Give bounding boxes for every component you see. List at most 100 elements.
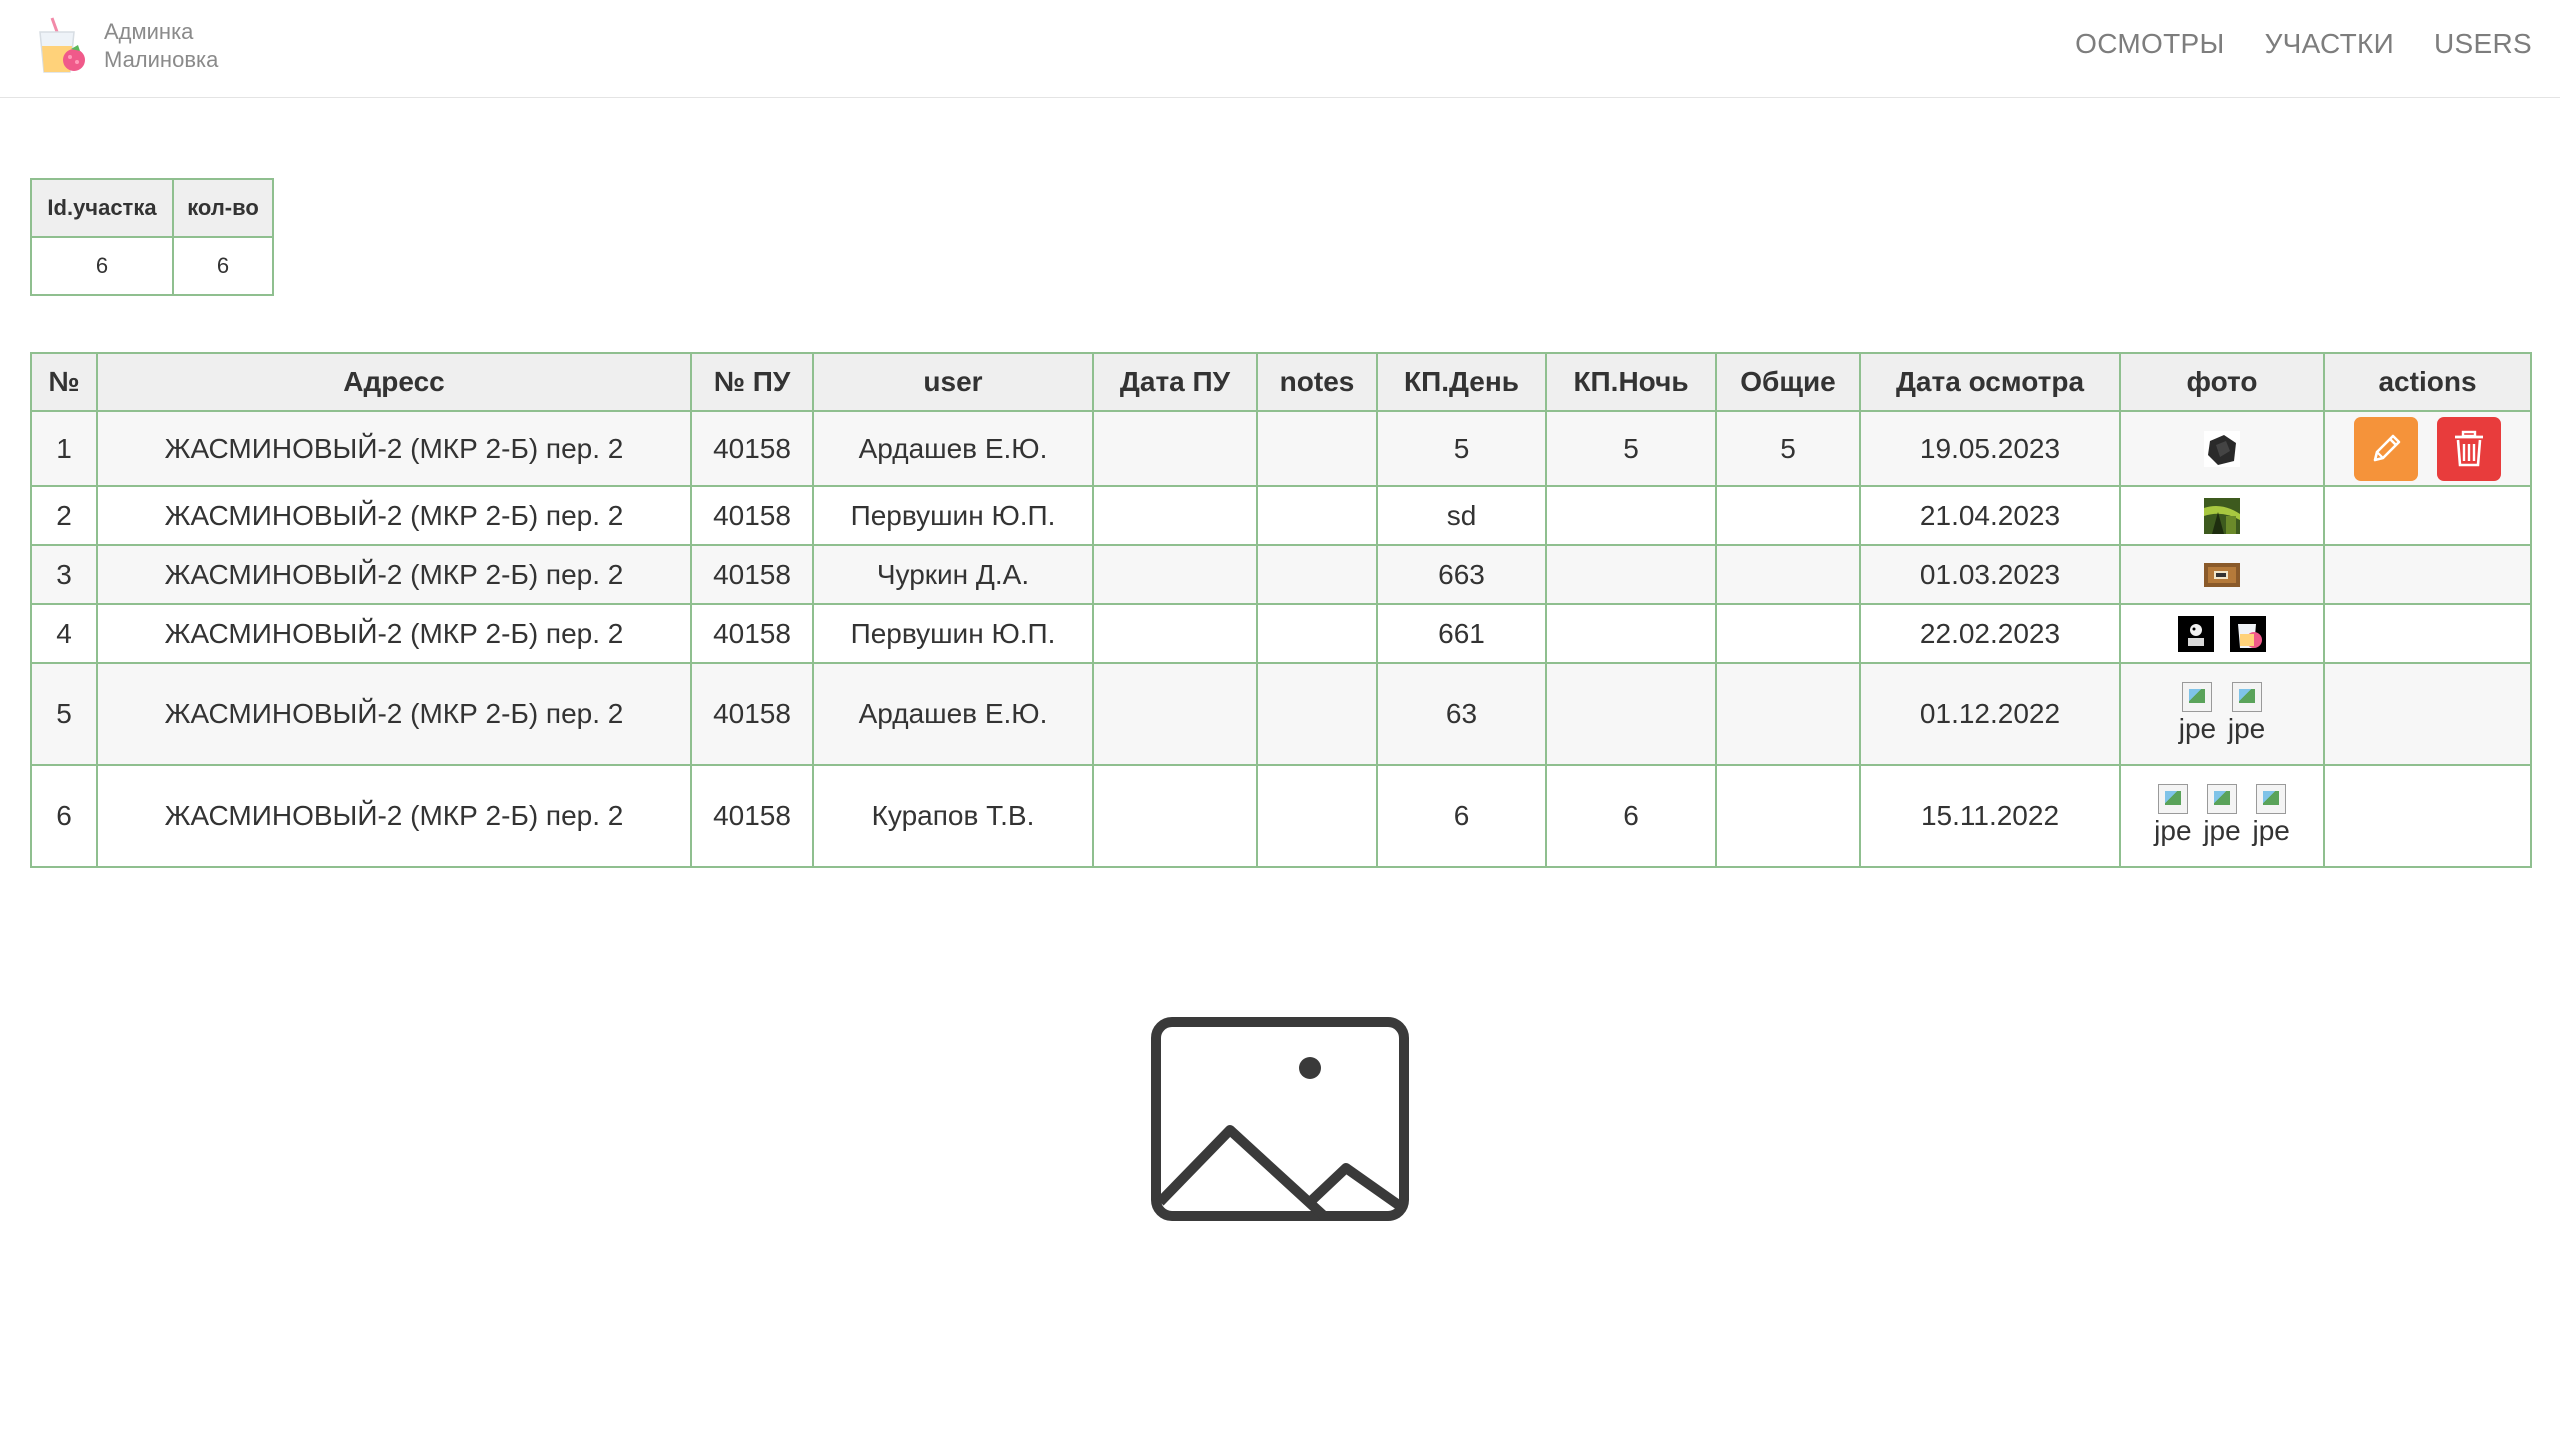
cell-pu: 40158 — [690, 544, 814, 605]
cell-kp-day: 5 — [1376, 410, 1547, 487]
broken-image-label: jpe — [2154, 815, 2192, 846]
broken-image-icon — [2182, 682, 2213, 712]
cell-notes — [1256, 764, 1378, 868]
cell-common: 5 — [1715, 410, 1861, 487]
cell-number: 6 — [30, 764, 98, 868]
broken-image[interactable]: jpe — [2228, 682, 2265, 746]
cell-pu: 40158 — [690, 662, 814, 766]
col-header-actions: actions — [2323, 352, 2532, 412]
cell-notes — [1256, 485, 1378, 546]
cell-user: Курапов Т.В. — [812, 764, 1094, 868]
col-header-user[interactable]: user — [812, 352, 1094, 412]
cell-number: 5 — [30, 662, 98, 766]
col-header-kp-night[interactable]: КП.Ночь — [1545, 352, 1717, 412]
photo-thumbnail[interactable] — [2178, 615, 2215, 652]
cell-kp-day: 6 — [1376, 764, 1547, 868]
cell-number: 1 — [30, 410, 98, 487]
broken-image-icon — [2157, 784, 2188, 814]
broken-image-label: jpe — [2203, 815, 2241, 846]
table-row: 6 ЖАСМИНОВЫЙ-2 (МКР 2-Б) пер. 2 40158 Ку… — [30, 764, 2532, 868]
cell-address: ЖАСМИНОВЫЙ-2 (МКР 2-Б) пер. 2 — [96, 410, 692, 487]
broken-image-icon — [2231, 682, 2262, 712]
cell-photo — [2119, 544, 2325, 605]
cell-actions — [2323, 764, 2532, 868]
cell-pu: 40158 — [690, 603, 814, 664]
broken-image[interactable]: jpe — [2154, 784, 2192, 848]
broken-image[interactable]: jpe — [2203, 784, 2241, 848]
brand[interactable]: Админка Малиновка — [34, 16, 218, 76]
cell-date-pu — [1092, 603, 1258, 664]
brand-title: Админка Малиновка — [104, 18, 218, 74]
delete-button[interactable] — [2437, 416, 2502, 481]
cell-actions — [2323, 603, 2532, 664]
cell-user: Первушин Ю.П. — [812, 603, 1094, 664]
cell-common — [1715, 544, 1861, 605]
col-header-date-pu[interactable]: Дата ПУ — [1092, 352, 1258, 412]
cell-inspection-date: 22.02.2023 — [1859, 603, 2121, 664]
col-header-common[interactable]: Общие — [1715, 352, 1861, 412]
cell-address: ЖАСМИНОВЫЙ-2 (МКР 2-Б) пер. 2 — [96, 764, 692, 868]
cell-notes — [1256, 662, 1378, 766]
cell-kp-day: 663 — [1376, 544, 1547, 605]
cell-actions — [2323, 662, 2532, 766]
brand-line-1: Админка — [104, 19, 194, 44]
cell-inspection-date: 01.12.2022 — [1859, 662, 2121, 766]
cell-user: Ардашев Е.Ю. — [812, 410, 1094, 487]
cell-actions — [2323, 410, 2532, 487]
broken-image[interactable]: jpe — [2252, 784, 2290, 848]
summary-count: 6 — [172, 236, 274, 296]
cell-inspection-date: 21.04.2023 — [1859, 485, 2121, 546]
cell-photo — [2119, 603, 2325, 664]
col-header-address[interactable]: Адресс — [96, 352, 692, 412]
col-header-inspection-date[interactable]: Дата осмотра — [1859, 352, 2121, 412]
broken-image-icon — [2256, 784, 2287, 814]
broken-image[interactable]: jpe — [2179, 682, 2216, 746]
col-header-notes[interactable]: notes — [1256, 352, 1378, 412]
cell-common — [1715, 485, 1861, 546]
cell-address: ЖАСМИНОВЫЙ-2 (МКР 2-Б) пер. 2 — [96, 603, 692, 664]
photo-thumbnail[interactable] — [2204, 497, 2240, 534]
cell-kp-night: 5 — [1545, 410, 1717, 487]
nav-link-inspections[interactable]: ОСМОТРЫ — [2075, 28, 2224, 60]
image-placeholder-icon — [1151, 1017, 1409, 1221]
cell-kp-night — [1545, 603, 1717, 664]
brand-line-2: Малиновка — [104, 47, 219, 72]
cell-photo: jpe jpe jpe — [2119, 764, 2325, 868]
cell-date-pu — [1092, 764, 1258, 868]
photo-thumbnail[interactable] — [2204, 430, 2240, 467]
cell-pu: 40158 — [690, 410, 814, 487]
summary-row: 6 6 — [30, 236, 274, 296]
cell-kp-night — [1545, 485, 1717, 546]
broken-image-label: jpe — [2227, 713, 2266, 744]
photo-thumbnail[interactable] — [2229, 615, 2266, 652]
cell-common — [1715, 764, 1861, 868]
cell-date-pu — [1092, 410, 1258, 487]
table-row: 5 ЖАСМИНОВЫЙ-2 (МКР 2-Б) пер. 2 40158 Ар… — [30, 662, 2532, 766]
cell-user: Чуркин Д.А. — [812, 544, 1094, 605]
cell-date-pu — [1092, 662, 1258, 766]
cell-kp-night — [1545, 544, 1717, 605]
edit-button[interactable] — [2353, 416, 2418, 481]
cell-number: 2 — [30, 485, 98, 546]
cell-pu: 40158 — [690, 764, 814, 868]
cell-address: ЖАСМИНОВЫЙ-2 (МКР 2-Б) пер. 2 — [96, 662, 692, 766]
summary-plot-id: 6 — [30, 236, 174, 296]
cell-actions — [2323, 485, 2532, 546]
col-header-number[interactable]: № — [30, 352, 98, 412]
top-navbar: Админка Малиновка ОСМОТРЫ УЧАСТКИ USERS — [0, 0, 2560, 98]
col-header-kp-day[interactable]: КП.День — [1376, 352, 1547, 412]
cell-kp-day: sd — [1376, 485, 1547, 546]
photo-thumbnail[interactable] — [2204, 557, 2240, 593]
col-header-pu[interactable]: № ПУ — [690, 352, 814, 412]
cell-kp-night: 6 — [1545, 764, 1717, 868]
cell-notes — [1256, 603, 1378, 664]
cell-photo — [2119, 485, 2325, 546]
pencil-icon — [2373, 434, 2400, 461]
cell-kp-night — [1545, 662, 1717, 766]
cell-photo: jpe jpe — [2119, 662, 2325, 766]
juice-glass-raspberry-icon — [39, 17, 85, 73]
cell-number: 3 — [30, 544, 98, 605]
nav-link-plots[interactable]: УЧАСТКИ — [2265, 28, 2394, 60]
nav-link-users[interactable]: USERS — [2434, 28, 2532, 60]
broken-image-label: jpe — [2178, 713, 2217, 744]
